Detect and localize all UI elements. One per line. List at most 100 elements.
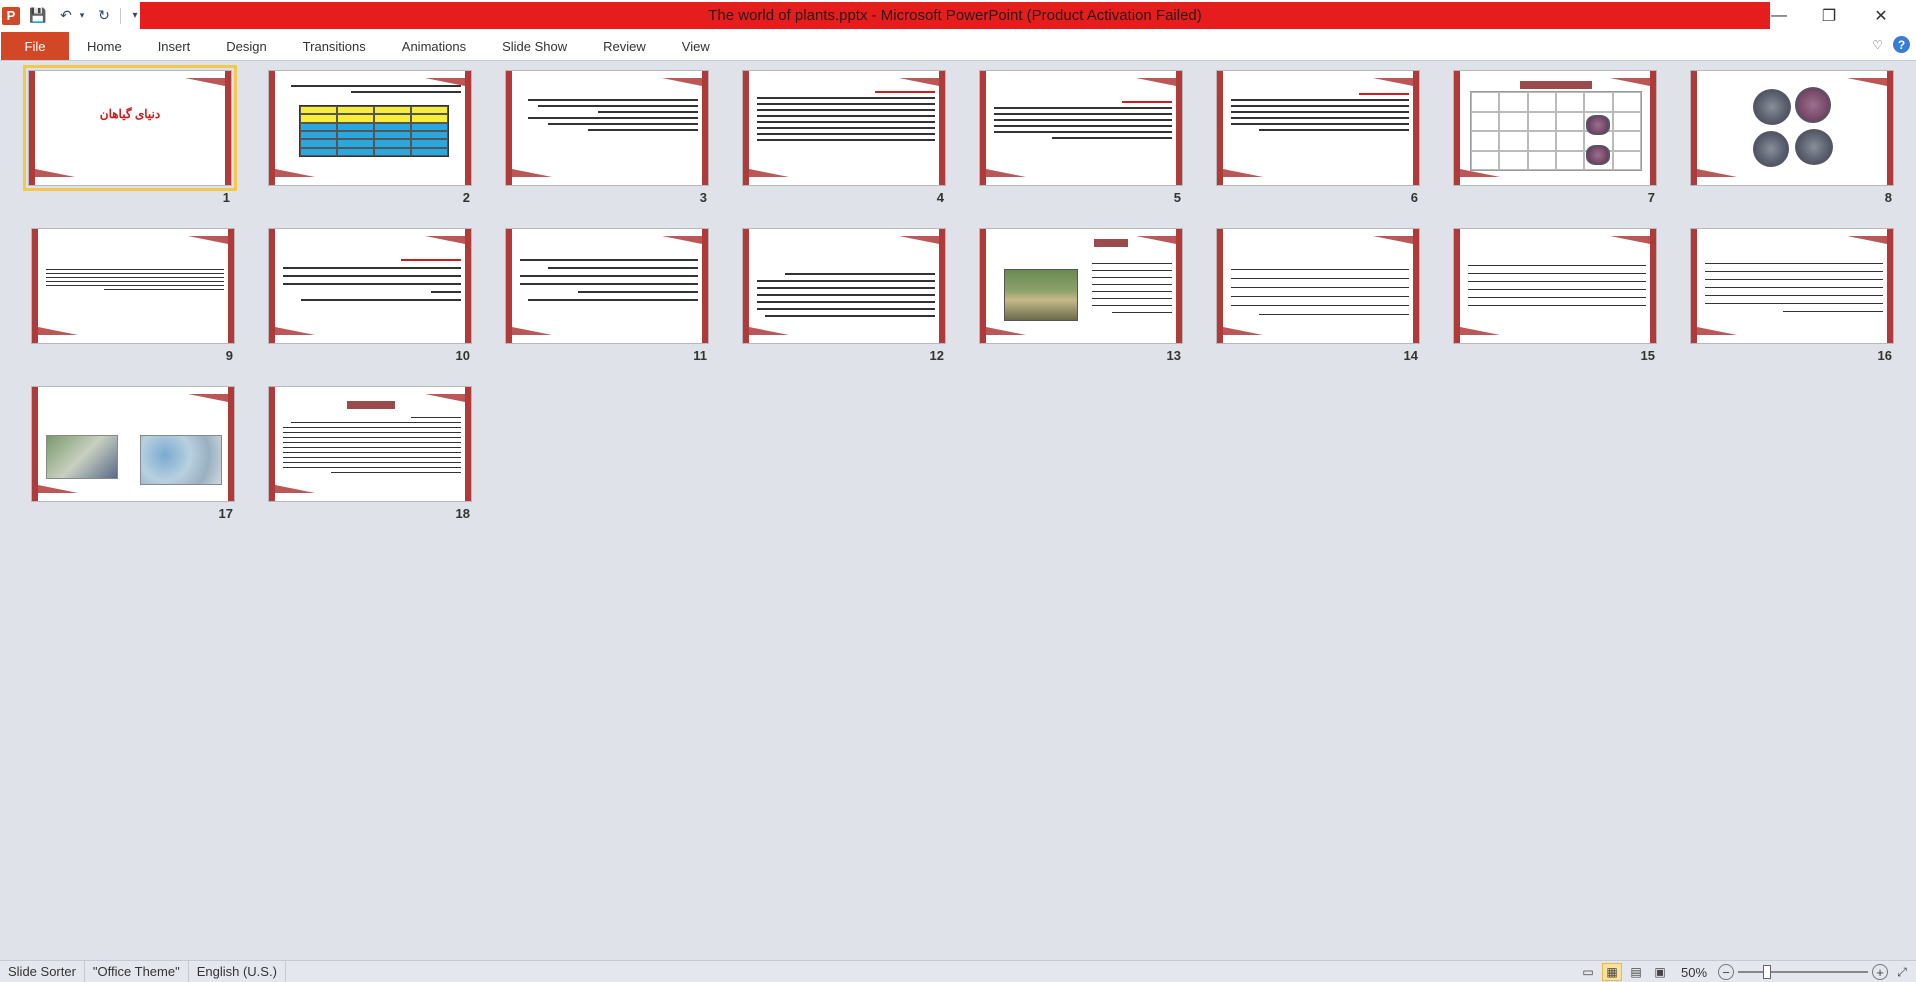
theme-name-label[interactable]: "Office Theme" xyxy=(85,960,189,982)
slide-4[interactable] xyxy=(742,70,946,186)
slide-label-bar xyxy=(1094,239,1128,247)
slide-number: 10 xyxy=(455,348,470,363)
slide-3[interactable] xyxy=(505,70,709,186)
tab-review[interactable]: Review xyxy=(585,32,664,60)
slide-12[interactable] xyxy=(742,228,946,344)
slide-number: 11 xyxy=(693,348,707,363)
slide-label-bar xyxy=(347,401,395,409)
slide-sorter-view-icon[interactable]: ▦ xyxy=(1602,963,1622,981)
tab-view[interactable]: View xyxy=(664,32,728,60)
ribbon-help-area: ♡ ? xyxy=(1872,36,1910,53)
slide-number: 13 xyxy=(1166,348,1181,363)
slide-thumbnail-16[interactable]: 16 xyxy=(1690,228,1894,363)
slide-18[interactable] xyxy=(268,386,472,502)
tab-design[interactable]: Design xyxy=(208,32,284,60)
redo-icon[interactable]: ↻ xyxy=(94,6,114,26)
cell-section-image xyxy=(1753,131,1789,167)
slide-number: 6 xyxy=(1410,190,1418,205)
slide-9[interactable] xyxy=(31,228,235,344)
slide-15[interactable] xyxy=(1453,228,1657,344)
slide-thumbnail-3[interactable]: 3 xyxy=(505,70,709,205)
tab-transitions[interactable]: Transitions xyxy=(285,32,384,60)
slide-13[interactable] xyxy=(979,228,1183,344)
slide-thumbnail-15[interactable]: 15 xyxy=(1453,228,1657,363)
ribbon-tabs: File Home Insert Design Transitions Anim… xyxy=(0,31,1916,61)
slide-thumbnail-5[interactable]: 5 xyxy=(979,70,1183,205)
tab-insert[interactable]: Insert xyxy=(140,32,209,60)
slide-number: 5 xyxy=(1173,190,1181,205)
minimize-ribbon-icon[interactable]: ♡ xyxy=(1872,38,1883,52)
slide-11[interactable] xyxy=(505,228,709,344)
reading-view-icon[interactable]: ▤ xyxy=(1626,963,1646,981)
slide-8[interactable] xyxy=(1690,70,1894,186)
slide-number: 14 xyxy=(1403,348,1418,363)
slide-7[interactable] xyxy=(1453,70,1657,186)
plant-cell-image xyxy=(46,435,118,479)
slide-thumbnail-10[interactable]: 10 xyxy=(268,228,472,363)
slide-thumbnail-9[interactable]: 9 xyxy=(31,228,235,363)
slide-1[interactable]: دنیای گیاهان xyxy=(23,65,237,191)
tab-home[interactable]: Home xyxy=(69,32,140,60)
undo-icon[interactable]: ↶ xyxy=(56,6,76,26)
cell-section-image xyxy=(1795,129,1833,165)
save-icon[interactable]: 💾 xyxy=(28,6,48,26)
slide-thumbnail-7[interactable]: 7 xyxy=(1453,70,1657,205)
normal-view-icon[interactable]: ▭ xyxy=(1578,963,1598,981)
tissue-image xyxy=(140,435,222,485)
help-icon[interactable]: ? xyxy=(1893,36,1910,53)
cell-section-image xyxy=(1753,89,1791,125)
slide-thumbnail-8[interactable]: 8 xyxy=(1690,70,1894,205)
slide-title: دنیای گیاهان xyxy=(99,107,161,121)
dropdown-arrow-icon[interactable]: ▾ xyxy=(78,6,86,26)
slide-6[interactable] xyxy=(1216,70,1420,186)
tab-animations[interactable]: Animations xyxy=(384,32,484,60)
slide-10[interactable] xyxy=(268,228,472,344)
slide-thumbnail-18[interactable]: 18 xyxy=(268,386,472,521)
slide-17[interactable] xyxy=(31,386,235,502)
minimize-button[interactable]: — xyxy=(1756,0,1802,31)
slide-number: 1 xyxy=(222,190,230,205)
slide-number: 16 xyxy=(1877,348,1892,363)
slide-number: 15 xyxy=(1640,348,1655,363)
slide-thumbnail-6[interactable]: 6 xyxy=(1216,70,1420,205)
zoom-in-icon[interactable]: + xyxy=(1872,964,1888,980)
slide-thumbnail-17[interactable]: 17 xyxy=(31,386,235,521)
slide-number: 17 xyxy=(218,506,233,521)
zoom-out-icon[interactable]: − xyxy=(1718,964,1734,980)
close-button[interactable]: ✕ xyxy=(1858,0,1904,31)
toolbar-separator xyxy=(120,7,121,24)
view-name-label: Slide Sorter xyxy=(0,960,85,982)
status-bar: Slide Sorter "Office Theme" English (U.S… xyxy=(0,960,1916,982)
slide-2[interactable] xyxy=(268,70,472,186)
zoom-level[interactable]: 50% xyxy=(1674,965,1714,980)
tab-file[interactable]: File xyxy=(1,32,69,60)
powerpoint-app-icon[interactable]: P xyxy=(2,6,20,25)
language-label[interactable]: English (U.S.) xyxy=(189,960,286,982)
data-table xyxy=(299,105,449,157)
slide-thumbnail-13[interactable]: 13 xyxy=(979,228,1183,363)
slide-thumbnail-14[interactable]: 14 xyxy=(1216,228,1420,363)
slide-number: 8 xyxy=(1884,190,1892,205)
slide-number: 12 xyxy=(929,348,944,363)
slide-thumbnail-4[interactable]: 4 xyxy=(742,70,946,205)
slide-number: 2 xyxy=(462,190,470,205)
slide-thumbnail-2[interactable]: 2 xyxy=(268,70,472,205)
slide-14[interactable] xyxy=(1216,228,1420,344)
slide-16[interactable] xyxy=(1690,228,1894,344)
slide-thumbnail-11[interactable]: 11 xyxy=(505,228,709,363)
restore-button[interactable]: ❐ xyxy=(1806,0,1852,31)
tab-slide-show[interactable]: Slide Show xyxy=(484,32,585,60)
cell-section-image xyxy=(1795,87,1831,123)
slide-number: 4 xyxy=(936,190,944,205)
zoom-slider[interactable] xyxy=(1738,965,1868,979)
window-title: The world of plants.pptx - Microsoft Pow… xyxy=(708,7,1202,24)
slide-thumbnail-12[interactable]: 12 xyxy=(742,228,946,363)
slide-number: 3 xyxy=(699,190,707,205)
zoom-slider-thumb[interactable] xyxy=(1762,965,1771,979)
slide-sorter-pane: دنیای گیاهان 1 2 3 4 5 6 7 8 9 10 11 12 … xyxy=(0,62,1916,960)
fit-to-window-icon[interactable]: ⤢ xyxy=(1892,963,1912,981)
slide-show-view-icon[interactable]: ▣ xyxy=(1650,963,1670,981)
title-bar: P 💾 ↶ ▾ ↻ ▾ The world of plants.pptx - M… xyxy=(0,0,1916,31)
slide-thumbnail-1[interactable]: دنیای گیاهان 1 xyxy=(23,65,237,205)
slide-5[interactable] xyxy=(979,70,1183,186)
